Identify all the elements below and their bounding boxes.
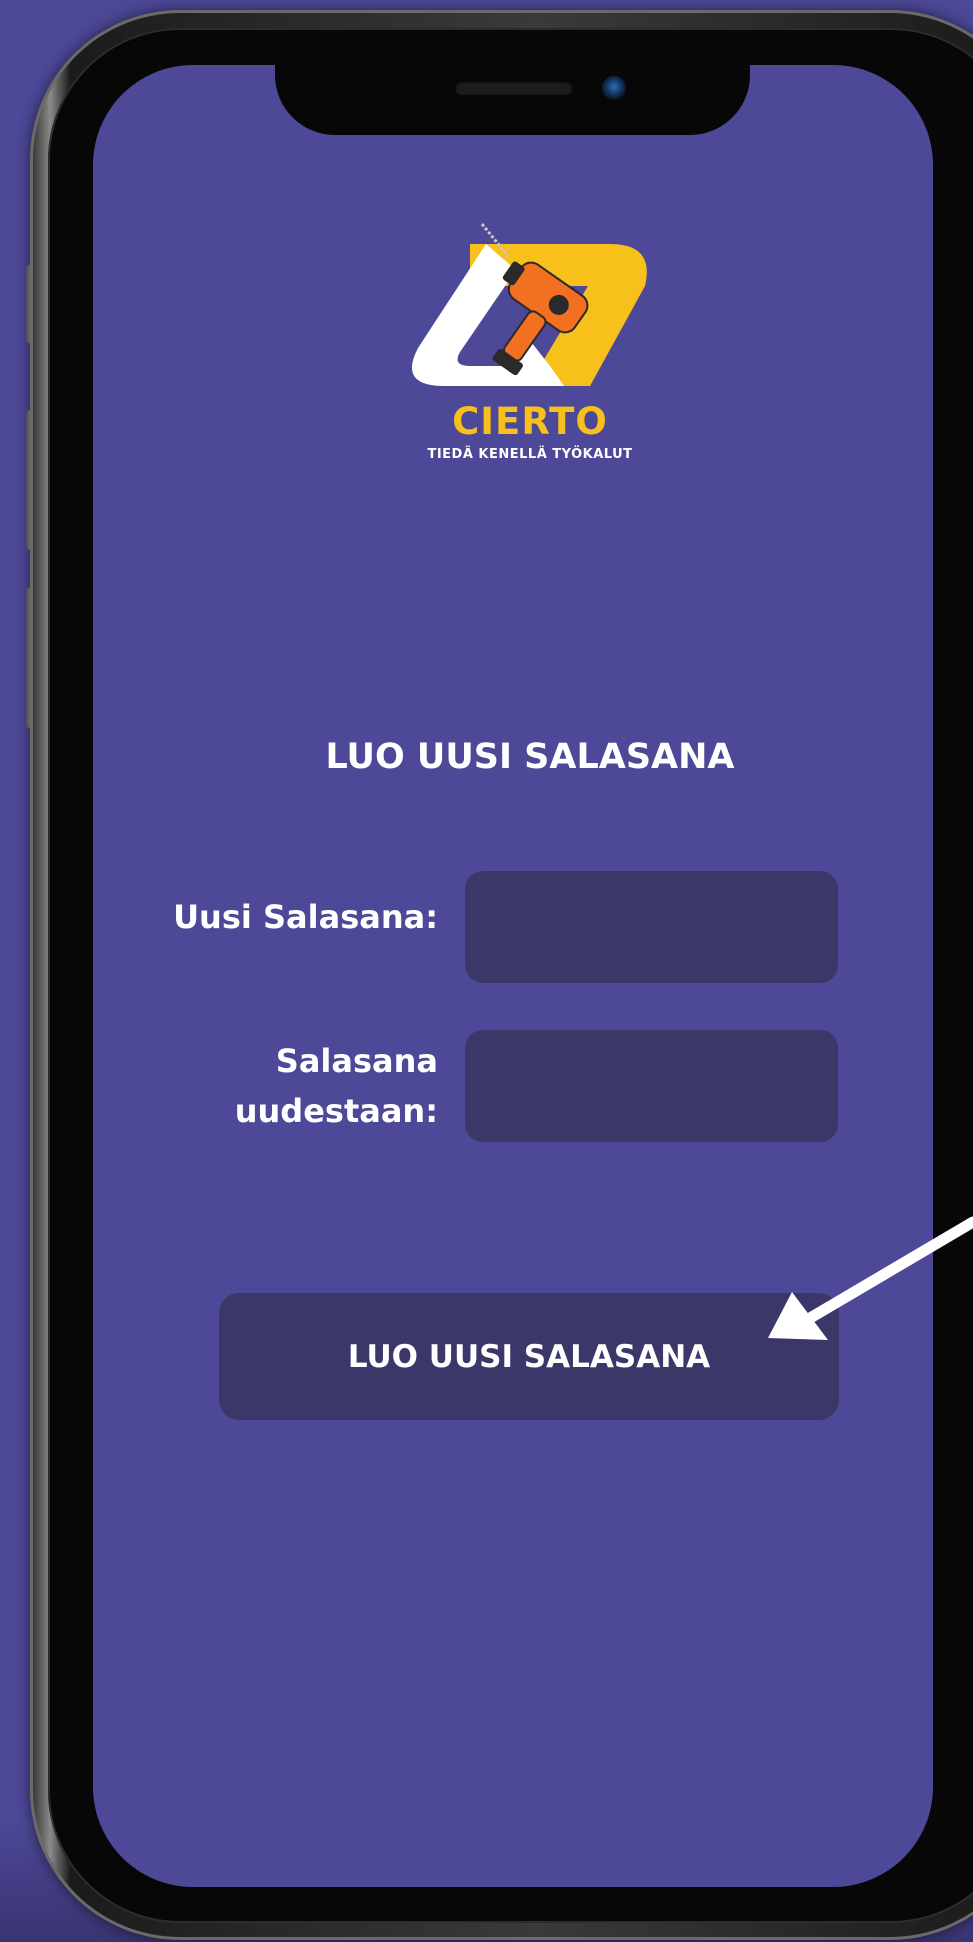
new-password-label: Uusi Salasana:: [173, 898, 438, 936]
page: CIERTO TIEDÄ KENELLÄ TYÖKALUT LUO UUSI S…: [0, 0, 973, 1942]
new-password-field[interactable]: [465, 871, 838, 983]
confirm-password-label-line2: uudestaan:: [234, 1092, 438, 1130]
create-password-button[interactable]: LUO UUSI SALASANA: [219, 1293, 839, 1420]
confirm-password-label-line1: Salasana: [275, 1042, 438, 1080]
cierto-logo-icon: [411, 223, 647, 386]
page-title: LUO UUSI SALASANA: [325, 737, 735, 777]
earpiece-speaker: [455, 81, 573, 95]
confirm-password-field[interactable]: [465, 1030, 838, 1142]
confirm-password-label: Salasana uudestaan:: [130, 1036, 438, 1136]
brand-name: CIERTO: [452, 400, 608, 443]
phone-notch: [275, 58, 750, 135]
front-camera: [602, 76, 626, 100]
brand-tagline: TIEDÄ KENELLÄ TYÖKALUT: [427, 447, 633, 462]
pointer-arrow-icon: [768, 1216, 973, 1340]
